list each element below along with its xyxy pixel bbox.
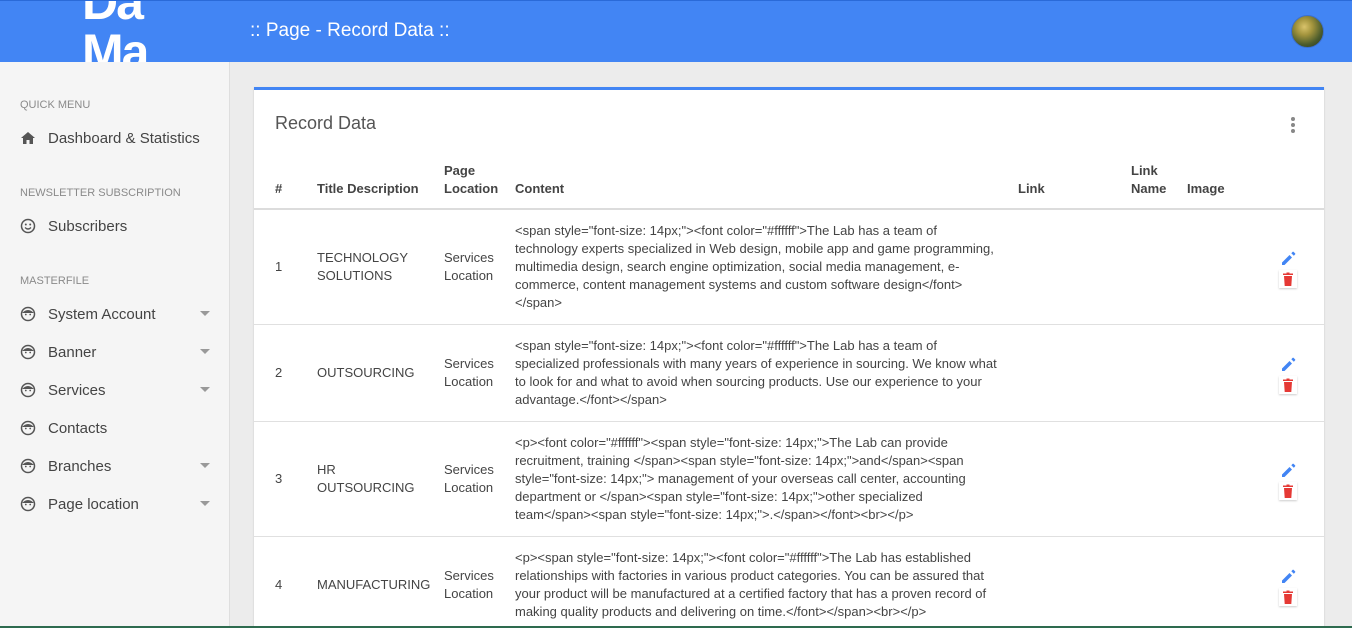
logo-text-line2: Ma: [82, 24, 149, 63]
sidebar-item-label: Services: [48, 381, 106, 399]
edit-icon[interactable]: [1279, 250, 1297, 268]
face-icon: [20, 420, 36, 436]
sidebar-item-dashboard[interactable]: Dashboard & Statistics: [20, 126, 210, 150]
edit-icon[interactable]: [1279, 462, 1297, 480]
section-title-quick-menu: QUICK MENU: [20, 99, 91, 111]
sidebar-item-label: Subscribers: [48, 217, 128, 235]
sidebar-item-label: Page location: [48, 495, 139, 513]
row-location-line1: Services: [444, 568, 494, 583]
row-content: <span style="font-size: 14px;"><font col…: [515, 223, 994, 310]
sidebar-item-branches[interactable]: Branches: [20, 454, 210, 478]
brand-logo[interactable]: Da Ma: [80, 1, 202, 63]
chevron-down-icon: [200, 501, 210, 506]
row-title-line1: TECHNOLOGY: [317, 250, 409, 265]
page-title: :: Page - Record Data ::: [250, 20, 450, 41]
row-number: 1: [275, 259, 283, 274]
delete-icon[interactable]: [1279, 588, 1297, 606]
sidebar-item-label: Banner: [48, 343, 97, 361]
row-number: 2: [275, 365, 283, 380]
edit-icon[interactable]: [1279, 568, 1297, 586]
column-header-link: Link: [1018, 181, 1045, 196]
delete-icon[interactable]: [1279, 270, 1297, 288]
home-icon: [20, 130, 36, 146]
row-location-line1: Services: [444, 356, 494, 371]
row-divider: [254, 536, 1324, 537]
chevron-down-icon: [200, 463, 210, 468]
sidebar-item-label: System Account: [48, 305, 156, 323]
sidebar-item-label: Branches: [48, 457, 112, 475]
column-header-image: Image: [1187, 181, 1225, 196]
row-title-line1: MANUFACTURING: [317, 577, 431, 592]
row-divider: [254, 421, 1324, 422]
sidebar-item-banner[interactable]: Banner: [20, 340, 210, 364]
delete-icon[interactable]: [1279, 376, 1297, 394]
face-icon: [20, 344, 36, 360]
row-actions: [1276, 356, 1300, 400]
face-icon: [20, 382, 36, 398]
row-title-line2: OUTSOURCING: [317, 480, 415, 495]
smiley-icon: [20, 218, 36, 234]
row-actions: [1276, 462, 1300, 506]
row-location-line2: Location: [444, 586, 494, 601]
record-data-card: Record Data # Title Description Page Loc…: [254, 87, 1324, 628]
card-title: Record Data: [275, 113, 377, 133]
column-header-page-location-line1: Page: [444, 163, 476, 178]
chevron-down-icon: [200, 387, 210, 392]
row-content: <p><font color="#ffffff"><span style="fo…: [515, 435, 966, 522]
more-options-icon[interactable]: [1290, 117, 1296, 133]
sidebar-item-subscribers[interactable]: Subscribers: [20, 214, 210, 238]
row-location-line1: Services: [444, 250, 494, 265]
column-header-page-location-line2: Location: [444, 181, 499, 196]
top-app-bar: Da Ma :: Page - Record Data ::: [0, 0, 1352, 63]
sidebar: QUICK MENU Dashboard & Statistics NEWSLE…: [0, 62, 230, 628]
user-avatar[interactable]: [1291, 15, 1324, 48]
sidebar-item-label: Contacts: [48, 419, 108, 437]
edit-icon[interactable]: [1279, 356, 1297, 374]
row-divider: [254, 324, 1324, 325]
column-header-link-name-line1: Link: [1131, 163, 1158, 178]
row-location-line2: Location: [444, 268, 494, 283]
row-content: <p><span style="font-size: 14px;"><font …: [515, 550, 987, 619]
sidebar-item-page-location[interactable]: Page location: [20, 492, 210, 516]
row-actions: [1276, 568, 1300, 612]
face-icon: [20, 496, 36, 512]
sidebar-item-system-account[interactable]: System Account: [20, 302, 210, 326]
chevron-down-icon: [200, 311, 210, 316]
row-location-line2: Location: [444, 374, 494, 389]
row-title-line1: OUTSOURCING: [317, 365, 415, 380]
delete-icon[interactable]: [1279, 482, 1297, 500]
section-title-newsletter: NEWSLETTER SUBSCRIPTION: [20, 187, 181, 199]
section-title-masterfile: MASTERFILE: [20, 275, 90, 287]
row-title-line1: HR: [317, 462, 336, 477]
row-number: 3: [275, 471, 283, 486]
row-location-line1: Services: [444, 462, 494, 477]
row-number: 4: [275, 577, 283, 592]
row-title-line2: SOLUTIONS: [317, 268, 393, 283]
sidebar-item-contacts[interactable]: Contacts: [20, 416, 210, 440]
header-divider: [254, 208, 1324, 210]
row-content: <span style="font-size: 14px;"><font col…: [515, 338, 997, 407]
column-header-link-name-line2: Name: [1131, 181, 1167, 196]
face-icon: [20, 458, 36, 474]
chevron-down-icon: [200, 349, 210, 354]
face-icon: [20, 306, 36, 322]
column-header-number: #: [275, 181, 283, 196]
column-header-content: Content: [515, 181, 565, 196]
column-header-title: Title Description: [317, 181, 419, 196]
row-location-line2: Location: [444, 480, 494, 495]
sidebar-item-services[interactable]: Services: [20, 378, 210, 402]
row-actions: [1276, 250, 1300, 294]
sidebar-item-label: Dashboard & Statistics: [48, 129, 200, 147]
